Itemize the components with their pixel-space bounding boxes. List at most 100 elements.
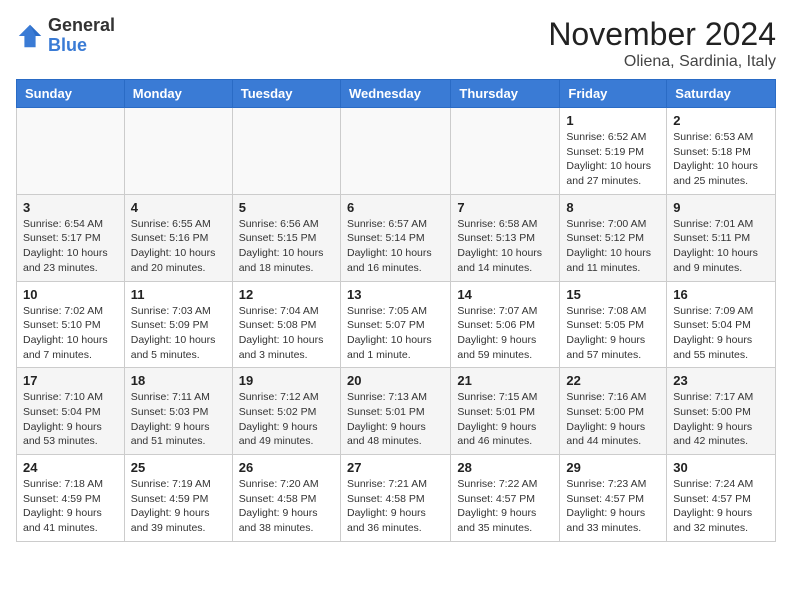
day-number: 2 bbox=[673, 113, 769, 128]
logo: General Blue bbox=[16, 16, 115, 56]
weekday-header-row: SundayMondayTuesdayWednesdayThursdayFrid… bbox=[17, 80, 776, 108]
day-info: Sunrise: 7:03 AM Sunset: 5:09 PM Dayligh… bbox=[131, 304, 226, 363]
day-number: 9 bbox=[673, 200, 769, 215]
day-number: 24 bbox=[23, 460, 118, 475]
calendar-cell bbox=[451, 108, 560, 195]
weekday-header-wednesday: Wednesday bbox=[340, 80, 450, 108]
day-number: 17 bbox=[23, 373, 118, 388]
day-info: Sunrise: 7:01 AM Sunset: 5:11 PM Dayligh… bbox=[673, 217, 769, 276]
page-header: General Blue November 2024 Oliena, Sardi… bbox=[16, 16, 776, 71]
week-row-3: 10Sunrise: 7:02 AM Sunset: 5:10 PM Dayli… bbox=[17, 281, 776, 368]
day-number: 21 bbox=[457, 373, 553, 388]
day-info: Sunrise: 7:24 AM Sunset: 4:57 PM Dayligh… bbox=[673, 477, 769, 536]
week-row-4: 17 Sunrise: 7:10 AM Sunset: 5:04 PM Dayli… bbox=[17, 368, 776, 455]
day-info: Sunrise: 6:58 AM Sunset: 5:13 PM Dayligh… bbox=[457, 217, 553, 276]
calendar-cell: 30 Sunrise: 7:24 AM Sunset: 4:57 PM Dayli… bbox=[667, 455, 776, 542]
calendar-cell: 17 Sunrise: 7:10 AM Sunset: 5:04 PM Dayli… bbox=[17, 368, 125, 455]
calendar-table: SundayMondayTuesdayWednesdayThursdayFrid… bbox=[16, 79, 776, 542]
day-number: 20 bbox=[347, 373, 444, 388]
calendar-cell: 9 Sunrise: 7:01 AM Sunset: 5:11 PM Daylig… bbox=[667, 194, 776, 281]
day-number: 11 bbox=[131, 287, 226, 302]
calendar-cell bbox=[232, 108, 340, 195]
day-info: Sunrise: 7:13 AM Sunset: 5:01 PM Dayligh… bbox=[347, 390, 444, 449]
day-number: 13 bbox=[347, 287, 444, 302]
calendar-cell: 18 Sunrise: 7:11 AM Sunset: 5:03 PM Dayli… bbox=[124, 368, 232, 455]
day-info: Sunrise: 7:10 AM Sunset: 5:04 PM Dayligh… bbox=[23, 390, 118, 449]
day-info: Sunrise: 7:02 AM Sunset: 5:10 PM Dayligh… bbox=[23, 304, 118, 363]
weekday-header-saturday: Saturday bbox=[667, 80, 776, 108]
calendar-cell: 6 Sunrise: 6:57 AM Sunset: 5:14 PM Daylig… bbox=[340, 194, 450, 281]
calendar-cell bbox=[17, 108, 125, 195]
day-number: 19 bbox=[239, 373, 334, 388]
location: Oliena, Sardinia, Italy bbox=[548, 53, 776, 71]
calendar-cell bbox=[340, 108, 450, 195]
logo-general: General bbox=[48, 15, 115, 35]
day-info: Sunrise: 6:57 AM Sunset: 5:14 PM Dayligh… bbox=[347, 217, 444, 276]
day-info: Sunrise: 7:16 AM Sunset: 5:00 PM Dayligh… bbox=[566, 390, 660, 449]
day-info: Sunrise: 7:20 AM Sunset: 4:58 PM Dayligh… bbox=[239, 477, 334, 536]
calendar-cell: 14 Sunrise: 7:07 AM Sunset: 5:06 PM Dayli… bbox=[451, 281, 560, 368]
day-number: 22 bbox=[566, 373, 660, 388]
calendar-cell: 11 Sunrise: 7:03 AM Sunset: 5:09 PM Dayli… bbox=[124, 281, 232, 368]
logo-blue: Blue bbox=[48, 35, 87, 55]
calendar-cell: 27Sunrise: 7:21 AM Sunset: 4:58 PM Dayli… bbox=[340, 455, 450, 542]
weekday-header-friday: Friday bbox=[560, 80, 667, 108]
day-info: Sunrise: 7:18 AM Sunset: 4:59 PM Dayligh… bbox=[23, 477, 118, 536]
day-info: Sunrise: 7:19 AM Sunset: 4:59 PM Dayligh… bbox=[131, 477, 226, 536]
day-info: Sunrise: 7:11 AM Sunset: 5:03 PM Dayligh… bbox=[131, 390, 226, 449]
calendar-cell: 25 Sunrise: 7:19 AM Sunset: 4:59 PM Dayli… bbox=[124, 455, 232, 542]
calendar-cell: 4Sunrise: 6:55 AM Sunset: 5:16 PM Daylig… bbox=[124, 194, 232, 281]
day-number: 14 bbox=[457, 287, 553, 302]
calendar-cell: 3Sunrise: 6:54 AM Sunset: 5:17 PM Daylig… bbox=[17, 194, 125, 281]
calendar-cell: 16 Sunrise: 7:09 AM Sunset: 5:04 PM Dayli… bbox=[667, 281, 776, 368]
day-info: Sunrise: 7:15 AM Sunset: 5:01 PM Dayligh… bbox=[457, 390, 553, 449]
calendar-cell: 10Sunrise: 7:02 AM Sunset: 5:10 PM Dayli… bbox=[17, 281, 125, 368]
calendar-cell: 28Sunrise: 7:22 AM Sunset: 4:57 PM Dayli… bbox=[451, 455, 560, 542]
weekday-header-sunday: Sunday bbox=[17, 80, 125, 108]
day-number: 23 bbox=[673, 373, 769, 388]
calendar-cell: 29Sunrise: 7:23 AM Sunset: 4:57 PM Dayli… bbox=[560, 455, 667, 542]
day-number: 3 bbox=[23, 200, 118, 215]
calendar-cell: 23 Sunrise: 7:17 AM Sunset: 5:00 PM Dayli… bbox=[667, 368, 776, 455]
day-number: 16 bbox=[673, 287, 769, 302]
logo-icon bbox=[16, 22, 44, 50]
calendar-cell: 19Sunrise: 7:12 AM Sunset: 5:02 PM Dayli… bbox=[232, 368, 340, 455]
calendar-cell: 13 Sunrise: 7:05 AM Sunset: 5:07 PM Dayli… bbox=[340, 281, 450, 368]
day-number: 25 bbox=[131, 460, 226, 475]
calendar-cell: 22 Sunrise: 7:16 AM Sunset: 5:00 PM Dayli… bbox=[560, 368, 667, 455]
day-info: Sunrise: 7:05 AM Sunset: 5:07 PM Dayligh… bbox=[347, 304, 444, 363]
calendar-cell: 2Sunrise: 6:53 AM Sunset: 5:18 PM Daylig… bbox=[667, 108, 776, 195]
day-info: Sunrise: 7:09 AM Sunset: 5:04 PM Dayligh… bbox=[673, 304, 769, 363]
calendar-cell: 1Sunrise: 6:52 AM Sunset: 5:19 PM Daylig… bbox=[560, 108, 667, 195]
day-number: 18 bbox=[131, 373, 226, 388]
weekday-header-monday: Monday bbox=[124, 80, 232, 108]
calendar-cell: 26 Sunrise: 7:20 AM Sunset: 4:58 PM Dayli… bbox=[232, 455, 340, 542]
day-number: 27 bbox=[347, 460, 444, 475]
day-number: 1 bbox=[566, 113, 660, 128]
day-number: 29 bbox=[566, 460, 660, 475]
weekday-header-tuesday: Tuesday bbox=[232, 80, 340, 108]
day-number: 30 bbox=[673, 460, 769, 475]
day-info: Sunrise: 6:56 AM Sunset: 5:15 PM Dayligh… bbox=[239, 217, 334, 276]
month-title: November 2024 bbox=[548, 16, 776, 53]
day-number: 7 bbox=[457, 200, 553, 215]
week-row-1: 1Sunrise: 6:52 AM Sunset: 5:19 PM Daylig… bbox=[17, 108, 776, 195]
calendar-cell: 21 Sunrise: 7:15 AM Sunset: 5:01 PM Dayli… bbox=[451, 368, 560, 455]
week-row-2: 3Sunrise: 6:54 AM Sunset: 5:17 PM Daylig… bbox=[17, 194, 776, 281]
calendar-cell: 5 Sunrise: 6:56 AM Sunset: 5:15 PM Daylig… bbox=[232, 194, 340, 281]
day-number: 6 bbox=[347, 200, 444, 215]
logo-text: General Blue bbox=[48, 16, 115, 56]
calendar-cell: 15 Sunrise: 7:08 AM Sunset: 5:05 PM Dayli… bbox=[560, 281, 667, 368]
day-info: Sunrise: 7:07 AM Sunset: 5:06 PM Dayligh… bbox=[457, 304, 553, 363]
day-number: 5 bbox=[239, 200, 334, 215]
day-number: 26 bbox=[239, 460, 334, 475]
day-number: 15 bbox=[566, 287, 660, 302]
day-number: 8 bbox=[566, 200, 660, 215]
day-info: Sunrise: 7:17 AM Sunset: 5:00 PM Dayligh… bbox=[673, 390, 769, 449]
calendar-cell: 12Sunrise: 7:04 AM Sunset: 5:08 PM Dayli… bbox=[232, 281, 340, 368]
day-number: 4 bbox=[131, 200, 226, 215]
day-info: Sunrise: 7:00 AM Sunset: 5:12 PM Dayligh… bbox=[566, 217, 660, 276]
calendar-cell: 8 Sunrise: 7:00 AM Sunset: 5:12 PM Daylig… bbox=[560, 194, 667, 281]
day-number: 28 bbox=[457, 460, 553, 475]
day-info: Sunrise: 7:08 AM Sunset: 5:05 PM Dayligh… bbox=[566, 304, 660, 363]
